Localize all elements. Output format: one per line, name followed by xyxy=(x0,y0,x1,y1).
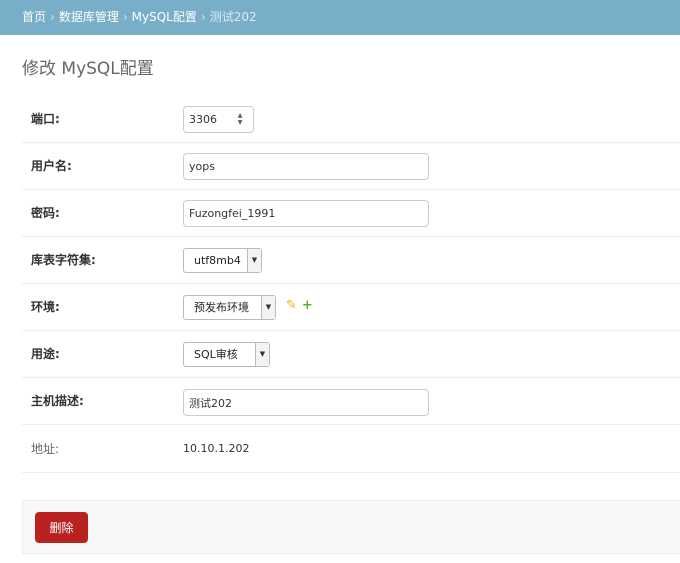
breadcrumb-home-link[interactable]: 首页 xyxy=(22,10,46,24)
chevron-down-icon[interactable]: ▼ xyxy=(247,249,261,272)
charset-label: 库表字符集: xyxy=(31,253,96,267)
delete-button[interactable]: 删除 xyxy=(35,512,88,543)
form-row-password: 密码: xyxy=(22,190,680,237)
form-row-port: 端口: ▲▼ xyxy=(22,96,680,143)
environment-selected-value: 预发布环境 xyxy=(194,301,249,314)
breadcrumb-separator: › xyxy=(200,10,206,24)
breadcrumb-separator: › xyxy=(50,10,55,24)
form-row-charset: 库表字符集: utf8mb4 ▼ xyxy=(22,237,680,284)
chevron-down-icon[interactable]: ▼ xyxy=(261,296,275,319)
port-label: 端口: xyxy=(31,112,60,126)
charset-select[interactable]: utf8mb4 ▼ xyxy=(183,248,262,273)
host-desc-input[interactable] xyxy=(183,389,429,416)
number-spinner-icon[interactable]: ▲ ▼ xyxy=(236,112,244,127)
purpose-select[interactable]: SQL审核 ▼ xyxy=(183,342,270,367)
environment-actions: ✎ + xyxy=(286,298,313,313)
host-desc-label: 主机描述: xyxy=(31,394,84,408)
pencil-icon[interactable]: ✎ xyxy=(286,298,297,313)
breadcrumb-current: 测试202 xyxy=(209,10,257,24)
address-value: 10.10.1.202 xyxy=(183,442,250,455)
submit-row: 删除 xyxy=(22,500,680,554)
breadcrumb-mysql-config-link[interactable]: MySQL配置 xyxy=(132,10,197,24)
environment-label: 环境: xyxy=(31,300,60,314)
password-label: 密码: xyxy=(31,206,60,220)
username-label: 用户名: xyxy=(31,159,72,173)
purpose-label: 用途: xyxy=(31,347,60,361)
chevron-down-icon[interactable]: ▼ xyxy=(255,343,269,366)
breadcrumb-separator: › xyxy=(122,10,128,24)
page-title: 修改 MySQL配置 xyxy=(22,59,154,79)
plus-icon[interactable]: + xyxy=(302,298,313,313)
username-input[interactable] xyxy=(183,153,429,180)
form-row-purpose: 用途: SQL审核 ▼ xyxy=(22,331,680,378)
form-row-host-desc: 主机描述: xyxy=(22,378,680,425)
environment-select[interactable]: 预发布环境 ▼ xyxy=(183,295,276,320)
form-row-username: 用户名: xyxy=(22,143,680,190)
form-row-environment: 环境: 预发布环境 ▼ ✎ + xyxy=(22,284,680,331)
form-row-address: 地址: 10.10.1.202 xyxy=(22,426,680,473)
purpose-selected-value: SQL审核 xyxy=(194,348,238,361)
breadcrumb: 首页 › 数据库管理 › MySQL配置 › 测试202 xyxy=(0,0,680,35)
address-label: 地址: xyxy=(31,442,60,456)
charset-selected-value: utf8mb4 xyxy=(194,254,241,267)
breadcrumb-db-admin-link[interactable]: 数据库管理 xyxy=(59,10,119,24)
password-input[interactable] xyxy=(183,200,429,227)
